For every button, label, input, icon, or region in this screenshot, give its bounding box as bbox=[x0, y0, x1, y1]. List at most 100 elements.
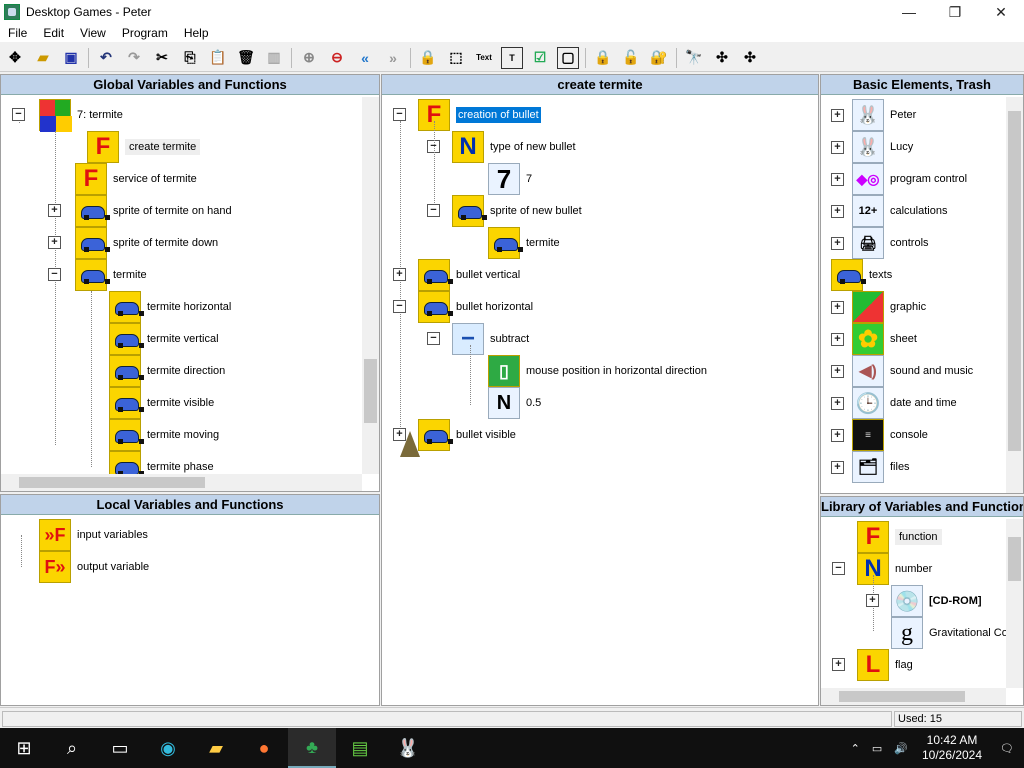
tree-item-sprite[interactable]: sprite of new bullet bbox=[452, 195, 582, 227]
basic-item-graphic[interactable]: + graphic bbox=[831, 291, 926, 323]
tree-item-half[interactable]: N 0.5 bbox=[488, 387, 541, 419]
notepad-app-icon[interactable]: ▤ bbox=[336, 728, 384, 768]
expand-toggle[interactable]: + bbox=[48, 236, 61, 249]
tree-item-bullet-horizontal[interactable]: bullet horizontal bbox=[418, 291, 533, 323]
firefox-icon[interactable]: ● bbox=[240, 728, 288, 768]
basic-item-sheet[interactable]: + ✿ sheet bbox=[831, 323, 917, 355]
menu-file[interactable]: File bbox=[8, 26, 27, 40]
expand-toggle[interactable]: + bbox=[831, 460, 844, 474]
basic-item-texts[interactable]: texts bbox=[831, 259, 892, 291]
expand-toggle[interactable]: + bbox=[831, 300, 844, 314]
maximize-button[interactable]: ❐ bbox=[932, 0, 978, 24]
tree-item-moving[interactable]: termite moving bbox=[109, 419, 219, 451]
find-prev-icon[interactable]: ✣ bbox=[739, 47, 761, 69]
basic-item-program-control[interactable]: + ◆◎ program control bbox=[831, 163, 967, 195]
tree-item-type[interactable]: N type of new bullet bbox=[452, 131, 576, 163]
horizontal-scrollbar[interactable] bbox=[1, 474, 362, 491]
basic-item-date[interactable]: + 🕒 date and time bbox=[831, 387, 957, 419]
unlock-icon[interactable]: 🔓 bbox=[620, 47, 642, 69]
expand-toggle[interactable]: + bbox=[831, 428, 844, 442]
collapse-toggle[interactable]: − bbox=[12, 108, 25, 121]
tree-item-create-termite[interactable]: F create termite bbox=[75, 131, 201, 163]
collapse-toggle[interactable]: − bbox=[427, 204, 440, 217]
tree-item-vertical[interactable]: termite vertical bbox=[109, 323, 219, 355]
tree-item-direction[interactable]: termite direction bbox=[109, 355, 225, 387]
cut-icon[interactable]: ✂ bbox=[151, 47, 173, 69]
tree-item-service[interactable]: F service of termite bbox=[75, 163, 197, 195]
tree-item-sprite-down[interactable]: sprite of termite down bbox=[75, 227, 218, 259]
text-icon[interactable]: Text bbox=[473, 47, 495, 69]
forward-icon[interactable]: » bbox=[382, 47, 404, 69]
library-item-function[interactable]: F function bbox=[857, 521, 942, 553]
redo-icon[interactable]: ↷ bbox=[123, 47, 145, 69]
expand-toggle[interactable]: + bbox=[831, 364, 844, 378]
library-item-number[interactable]: N number bbox=[857, 553, 932, 585]
basic-item-peter[interactable]: + 🐰 Peter bbox=[831, 99, 916, 131]
basic-item-lucy[interactable]: + 🐰 Lucy bbox=[831, 131, 913, 163]
library-item-flag[interactable]: L flag bbox=[857, 649, 913, 681]
expand-toggle[interactable]: + bbox=[831, 140, 844, 154]
expand-toggle[interactable]: + bbox=[831, 172, 844, 186]
horizontal-scrollbar[interactable] bbox=[821, 688, 1006, 705]
disabled-icon[interactable]: ▥ bbox=[263, 47, 285, 69]
minimize-button[interactable]: — bbox=[886, 0, 932, 24]
task-view-icon[interactable]: ▭ bbox=[96, 728, 144, 768]
expand-toggle[interactable]: + bbox=[831, 332, 844, 346]
tree-item-horizontal[interactable]: termite horizontal bbox=[109, 291, 231, 323]
find-next-icon[interactable]: ✣ bbox=[711, 47, 733, 69]
expand-toggle[interactable]: + bbox=[831, 236, 844, 250]
move-icon[interactable]: ✥ bbox=[4, 47, 26, 69]
back-icon[interactable]: « bbox=[354, 47, 376, 69]
copy-icon[interactable]: ⎘ bbox=[179, 47, 201, 69]
chevron-up-icon[interactable]: ⌃ bbox=[851, 742, 860, 755]
basic-item-controls[interactable]: + 🖨 controls bbox=[831, 227, 929, 259]
collapse-toggle[interactable]: − bbox=[48, 268, 61, 281]
lock-icon[interactable]: 🔒 bbox=[417, 47, 439, 69]
library-item-cdrom[interactable]: 💿 [CD-ROM] bbox=[891, 585, 982, 617]
expand-toggle[interactable]: + bbox=[831, 204, 844, 218]
expand-toggle[interactable]: + bbox=[832, 658, 845, 671]
collapse-toggle[interactable]: − bbox=[427, 332, 440, 345]
save-icon[interactable]: ▣ bbox=[60, 47, 82, 69]
menu-help[interactable]: Help bbox=[184, 26, 209, 40]
menu-program[interactable]: Program bbox=[122, 26, 168, 40]
window-icon[interactable]: ▢ bbox=[557, 46, 579, 69]
tree-item-subtract[interactable]: − subtract bbox=[452, 323, 529, 355]
basic-item-console[interactable]: + ≡ console bbox=[831, 419, 928, 451]
expand-toggle[interactable]: + bbox=[831, 396, 844, 410]
tree-item-input[interactable]: »F input variables bbox=[39, 519, 148, 551]
clock[interactable]: 10:42 AM 10/26/2024 bbox=[922, 733, 982, 763]
open-folder-icon[interactable]: ▰ bbox=[32, 47, 54, 69]
tree-item-termite[interactable]: termite bbox=[488, 227, 560, 259]
notifications-icon[interactable]: 🗨 bbox=[1000, 742, 1014, 755]
collapse-toggle[interactable]: − bbox=[393, 108, 406, 121]
basic-item-calculations[interactable]: + 12+ calculations bbox=[831, 195, 947, 227]
game-app-icon[interactable]: ♣ bbox=[288, 728, 336, 768]
expand-toggle[interactable]: + bbox=[393, 268, 406, 281]
expand-toggle[interactable]: + bbox=[831, 108, 844, 122]
select-icon[interactable]: ⬚ bbox=[445, 47, 467, 69]
zoom-in-icon[interactable]: ⊕ bbox=[298, 47, 320, 69]
close-button[interactable]: ✕ bbox=[978, 0, 1024, 24]
vertical-scrollbar[interactable] bbox=[362, 97, 379, 474]
zoom-out-icon[interactable]: ⊖ bbox=[326, 47, 348, 69]
start-icon[interactable]: ⊞ bbox=[0, 728, 48, 768]
checklist-icon[interactable]: ☑ bbox=[529, 47, 551, 69]
tree-item-mouse-position[interactable]: ▯ mouse position in horizontal direction bbox=[488, 355, 707, 387]
tree-item-bullet-visible[interactable]: bullet visible bbox=[418, 419, 516, 451]
tree-item-output[interactable]: F» output variable bbox=[39, 551, 149, 583]
menu-edit[interactable]: Edit bbox=[43, 26, 64, 40]
binoculars-icon[interactable]: 🔭 bbox=[683, 47, 705, 69]
tree-item-visible[interactable]: termite visible bbox=[109, 387, 214, 419]
delete-icon[interactable]: 🗑 bbox=[235, 47, 257, 69]
basic-item-files[interactable]: + 🗂 files bbox=[831, 451, 910, 483]
expand-toggle[interactable]: + bbox=[48, 204, 61, 217]
expand-toggle[interactable]: + bbox=[866, 594, 879, 607]
search-icon[interactable]: ⌕ bbox=[48, 728, 96, 768]
volume-icon[interactable]: 🔊 bbox=[894, 742, 908, 755]
collapse-toggle[interactable]: − bbox=[832, 562, 845, 575]
tree-item-sprite-hand[interactable]: sprite of termite on hand bbox=[75, 195, 232, 227]
vertical-scrollbar[interactable] bbox=[1006, 97, 1023, 493]
collapse-toggle[interactable]: − bbox=[393, 300, 406, 313]
vertical-scrollbar[interactable] bbox=[1006, 519, 1023, 688]
